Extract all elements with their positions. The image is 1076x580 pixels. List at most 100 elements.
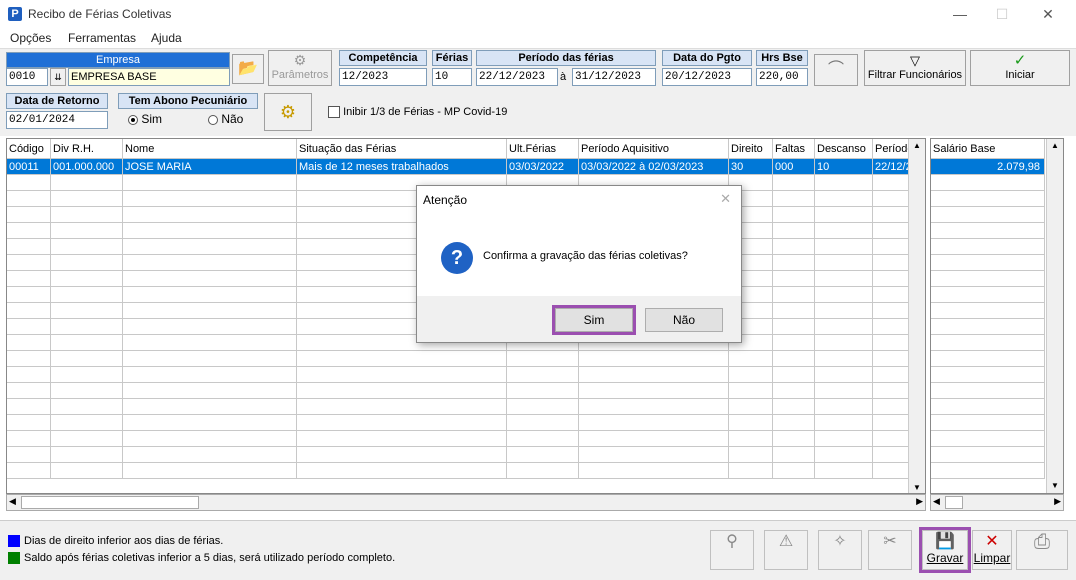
empty-cell[interactable]	[931, 431, 1045, 447]
iniciar-button[interactable]: ✓ Iniciar	[970, 50, 1070, 86]
empty-cell[interactable]	[729, 399, 773, 415]
empty-cell[interactable]	[51, 303, 123, 319]
col-header-direito[interactable]: Direito	[729, 139, 773, 159]
empty-cell[interactable]	[773, 239, 815, 255]
col-header-salario-base[interactable]: Salário Base	[931, 139, 1045, 159]
col-header-descanso[interactable]: Descanso	[815, 139, 873, 159]
empty-cell[interactable]	[729, 367, 773, 383]
empty-cell[interactable]	[931, 303, 1045, 319]
limpar-button[interactable]: ✕ Limpar	[972, 530, 1012, 570]
cell-situacao[interactable]: Mais de 12 meses trabalhados	[297, 159, 507, 175]
empty-cell[interactable]	[773, 367, 815, 383]
empty-cell[interactable]	[123, 367, 297, 383]
empty-cell[interactable]	[123, 351, 297, 367]
dialog-close-icon[interactable]: ✕	[720, 191, 731, 207]
empty-cell[interactable]	[931, 415, 1045, 431]
empty-cell[interactable]	[297, 367, 507, 383]
data-pgto-field[interactable]: 20/12/2023	[662, 68, 752, 86]
empresa-code-field[interactable]: 0010	[6, 68, 48, 86]
empty-cell[interactable]	[873, 207, 911, 223]
empty-cell[interactable]	[773, 271, 815, 287]
empty-cell[interactable]	[123, 239, 297, 255]
filtrar-funcionarios-button[interactable]: ▽ Filtrar Funcionários	[864, 50, 966, 86]
empty-cell[interactable]	[773, 383, 815, 399]
scroll-down-icon[interactable]: ▼	[1047, 479, 1063, 493]
menu-ferramentas[interactable]: Ferramentas	[68, 31, 136, 45]
empty-cell[interactable]	[815, 351, 873, 367]
col-header-periodo[interactable]: Período	[873, 139, 911, 159]
empty-cell[interactable]	[51, 367, 123, 383]
empty-cell[interactable]	[931, 447, 1045, 463]
empty-cell[interactable]	[873, 271, 911, 287]
cell-periodo[interactable]: 22/12/2	[873, 159, 911, 175]
empty-cell[interactable]	[815, 367, 873, 383]
empty-cell[interactable]	[579, 367, 729, 383]
empty-cell[interactable]	[815, 271, 873, 287]
empty-cell[interactable]	[7, 175, 51, 191]
empty-cell[interactable]	[873, 367, 911, 383]
empty-cell[interactable]	[773, 303, 815, 319]
empty-cell[interactable]	[297, 431, 507, 447]
empty-cell[interactable]	[7, 351, 51, 367]
empty-cell[interactable]	[815, 431, 873, 447]
empty-cell[interactable]	[815, 319, 873, 335]
empty-cell[interactable]	[297, 383, 507, 399]
empty-cell[interactable]	[815, 239, 873, 255]
empty-cell[interactable]	[579, 463, 729, 479]
empty-cell[interactable]	[507, 431, 579, 447]
scroll-down-icon[interactable]: ▼	[909, 481, 925, 493]
empty-cell[interactable]	[7, 415, 51, 431]
cell-nome[interactable]: JOSE MARIA	[123, 159, 297, 175]
empty-cell[interactable]	[123, 287, 297, 303]
empty-cell[interactable]	[931, 255, 1045, 271]
empty-cell[interactable]	[123, 447, 297, 463]
empty-cell[interactable]	[773, 175, 815, 191]
maximize-icon[interactable]: ☐	[982, 4, 1022, 24]
empty-cell[interactable]	[51, 463, 123, 479]
empty-cell[interactable]	[873, 191, 911, 207]
empty-cell[interactable]	[7, 271, 51, 287]
empty-cell[interactable]	[773, 463, 815, 479]
empty-cell[interactable]	[51, 399, 123, 415]
empty-cell[interactable]	[729, 463, 773, 479]
empty-cell[interactable]	[873, 431, 911, 447]
empty-cell[interactable]	[931, 271, 1045, 287]
empty-cell[interactable]	[931, 239, 1045, 255]
empty-cell[interactable]	[51, 175, 123, 191]
empty-cell[interactable]	[51, 351, 123, 367]
data-retorno-field[interactable]: 02/01/2024	[6, 111, 108, 129]
empty-cell[interactable]	[123, 255, 297, 271]
empty-cell[interactable]	[931, 399, 1045, 415]
empty-cell[interactable]	[297, 399, 507, 415]
empty-cell[interactable]	[873, 399, 911, 415]
scroll-left-icon[interactable]: ◀	[9, 496, 16, 507]
empty-cell[interactable]	[729, 383, 773, 399]
empty-cell[interactable]	[815, 415, 873, 431]
empty-cell[interactable]	[7, 367, 51, 383]
empty-cell[interactable]	[579, 447, 729, 463]
empty-cell[interactable]	[123, 431, 297, 447]
empty-cell[interactable]	[123, 319, 297, 335]
empty-cell[interactable]	[507, 463, 579, 479]
scroll-right-icon[interactable]: ▶	[916, 496, 923, 507]
abono-sim-radio[interactable]: Sim	[128, 112, 162, 126]
calculate-icon[interactable]: ⚙	[264, 93, 312, 131]
menu-ajuda[interactable]: Ajuda	[151, 31, 182, 45]
empty-cell[interactable]	[507, 383, 579, 399]
empty-cell[interactable]	[729, 447, 773, 463]
empty-cell[interactable]	[873, 383, 911, 399]
empty-cell[interactable]	[773, 207, 815, 223]
empty-cell[interactable]	[7, 255, 51, 271]
salario-grid[interactable]: Salário Base 2.079,98 ▲ ▼	[930, 138, 1064, 494]
dialog-sim-button[interactable]: Sim	[552, 305, 636, 335]
empty-cell[interactable]	[297, 415, 507, 431]
empty-cell[interactable]	[123, 207, 297, 223]
cell-direito[interactable]: 30	[729, 159, 773, 175]
empty-cell[interactable]	[931, 351, 1045, 367]
empty-cell[interactable]	[51, 271, 123, 287]
empty-cell[interactable]	[729, 431, 773, 447]
empty-cell[interactable]	[773, 431, 815, 447]
empty-cell[interactable]	[815, 303, 873, 319]
empty-cell[interactable]	[123, 175, 297, 191]
empty-cell[interactable]	[123, 463, 297, 479]
